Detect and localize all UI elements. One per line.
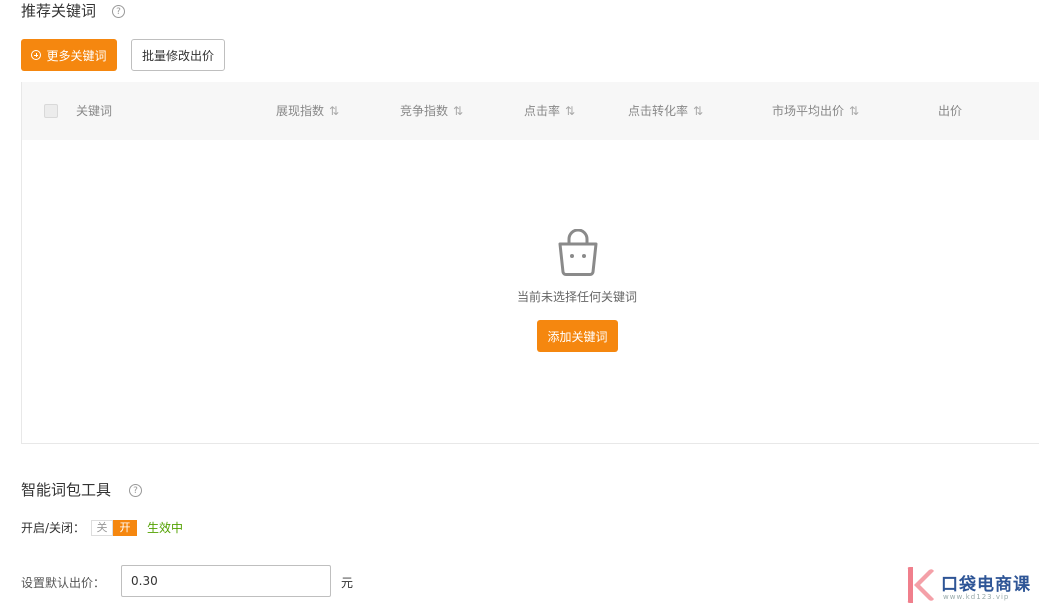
toggle-off-option[interactable]: 关 (91, 519, 113, 536)
toggle-label: 开启/关闭： (21, 521, 86, 535)
recommend-title: 推荐关键词 (21, 2, 97, 20)
toggle-on-option[interactable]: 开 (113, 519, 137, 536)
col-competition-index[interactable]: 竞争指数 ⇅ (400, 82, 463, 140)
plus-circle-icon (31, 50, 42, 60)
sort-icon[interactable]: ⇅ (693, 104, 703, 118)
more-keywords-button[interactable]: 更多关键词 (21, 39, 117, 71)
unit-label: 元 (341, 576, 354, 590)
select-all-checkbox[interactable] (44, 104, 58, 118)
smart-title: 智能词包工具 (21, 481, 112, 499)
more-keywords-label: 更多关键词 (46, 48, 107, 63)
col-keyword: 关键词 (76, 104, 113, 118)
enable-toggle[interactable]: 关 开 生效中 (91, 519, 183, 536)
help-icon[interactable]: ? (129, 484, 142, 497)
status-text: 生效中 (147, 521, 184, 535)
add-keyword-button[interactable]: 添加关键词 (537, 320, 618, 352)
default-bid-label: 设置默认出价： (21, 576, 106, 590)
col-bid: 出价 (938, 104, 963, 118)
help-icon[interactable]: ? (112, 5, 125, 18)
sort-icon[interactable]: ⇅ (329, 104, 339, 118)
col-impression-index[interactable]: 展现指数 ⇅ (276, 82, 339, 140)
sort-icon[interactable]: ⇅ (849, 104, 859, 118)
table-header: 关键词 展现指数 ⇅ 竞争指数 ⇅ 点击率 ⇅ 点击转化率 ⇅ 市场平均出价 ⇅ 出价 (22, 82, 1039, 140)
batch-bid-button[interactable]: 批量修改出价 (131, 39, 225, 71)
keyword-table: 关键词 展现指数 ⇅ 竞争指数 ⇅ 点击率 ⇅ 点击转化率 ⇅ 市场平均出价 ⇅ 出价 当… (21, 82, 1039, 444)
logo-k-icon (907, 567, 934, 603)
col-conversion-rate[interactable]: 点击转化率 ⇅ (628, 82, 703, 140)
watermark: 口袋电商课 www.kd123.vip (903, 565, 1035, 607)
col-market-avg-bid[interactable]: 市场平均出价 ⇅ (772, 82, 859, 140)
watermark-url: www.kd123.vip (943, 593, 1010, 601)
watermark-text: 口袋电商课 (941, 575, 1031, 595)
default-bid-input[interactable]: 0.30 (121, 565, 331, 597)
sort-icon[interactable]: ⇅ (453, 104, 463, 118)
col-ctr[interactable]: 点击率 ⇅ (524, 82, 575, 140)
empty-message: 当前未选择任何关键词 (517, 290, 638, 304)
shopping-bag-icon (558, 229, 598, 276)
sort-icon[interactable]: ⇅ (565, 104, 575, 118)
